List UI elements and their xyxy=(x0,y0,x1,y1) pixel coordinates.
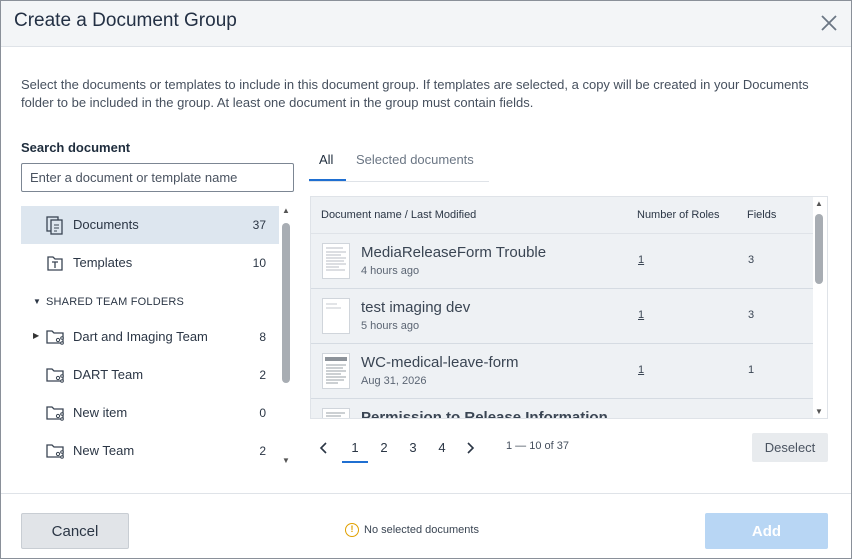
table-row[interactable]: WC-medical-leave-form Aug 31, 2026 1 1 xyxy=(311,344,813,399)
tree-item-label: Templates xyxy=(73,255,133,270)
tree-item-count: 8 xyxy=(259,330,266,344)
fields-count: 3 xyxy=(748,254,755,266)
add-button[interactable]: Add xyxy=(705,513,828,549)
document-tabs: All Selected documents xyxy=(309,141,489,182)
scroll-thumb[interactable] xyxy=(282,223,290,383)
document-thumbnail xyxy=(322,298,350,334)
footer-divider xyxy=(1,493,851,494)
scroll-up-icon[interactable]: ▲ xyxy=(814,200,824,208)
roles-link[interactable]: 1 xyxy=(638,254,644,266)
cancel-button[interactable]: Cancel xyxy=(21,513,129,549)
table-row[interactable]: test imaging dev 5 hours ago 1 3 xyxy=(311,289,813,344)
tree-item-new-item[interactable]: New item 0 xyxy=(21,394,279,432)
documents-table: Document name / Last Modified Number of … xyxy=(310,196,828,419)
table-row[interactable]: Permission to Release Information xyxy=(311,399,813,419)
document-name: MediaReleaseForm Trouble xyxy=(361,244,547,261)
tree-item-label: Documents xyxy=(73,217,139,232)
fields-count: 3 xyxy=(748,309,755,321)
section-label: SHARED TEAM FOLDERS xyxy=(46,296,185,308)
pagination: 1 2 3 4 xyxy=(316,435,616,463)
create-document-group-dialog: Create a Document Group Select the docum… xyxy=(0,0,852,559)
documents-icon xyxy=(46,216,63,235)
tree-item-dart-and-imaging-team[interactable]: ▶ Dart and Imaging Team 8 xyxy=(21,318,279,356)
column-header-fields: Fields xyxy=(747,209,777,221)
dialog-description: Select the documents or templates to inc… xyxy=(21,77,809,110)
shared-folder-icon xyxy=(46,330,64,345)
page-3[interactable]: 3 xyxy=(400,440,426,455)
pagination-range: 1 — 10 of 37 xyxy=(506,440,569,452)
close-icon[interactable] xyxy=(819,13,839,33)
active-tab-indicator xyxy=(309,179,346,181)
table-header: Document name / Last Modified Number of … xyxy=(311,197,813,234)
tree-item-count: 2 xyxy=(259,444,266,458)
tree-item-label: Dart and Imaging Team xyxy=(73,329,208,344)
table-row[interactable]: MediaReleaseForm Trouble 4 hours ago 1 3 xyxy=(311,234,813,289)
page-4[interactable]: 4 xyxy=(429,440,455,455)
tab-selected-documents[interactable]: Selected documents xyxy=(356,152,474,167)
shared-folder-icon xyxy=(46,444,64,459)
fields-count: 1 xyxy=(748,364,755,376)
search-input[interactable] xyxy=(21,163,294,192)
scroll-down-icon[interactable]: ▼ xyxy=(814,408,824,416)
chevron-left-icon[interactable] xyxy=(318,441,330,455)
document-name: WC-medical-leave-form xyxy=(361,354,519,371)
search-label: Search document xyxy=(21,140,131,155)
document-thumbnail xyxy=(322,353,350,389)
shared-folder-icon xyxy=(46,368,64,383)
tree-item-count: 2 xyxy=(259,368,266,382)
document-thumbnail xyxy=(322,408,350,418)
chevron-right-icon[interactable]: ▶ xyxy=(33,331,39,340)
dialog-header: Create a Document Group xyxy=(1,1,851,47)
tree-item-count: 0 xyxy=(259,406,266,420)
tree-item-count: 37 xyxy=(252,218,266,232)
tree-item-templates[interactable]: Templates 10 xyxy=(21,244,279,282)
column-header-roles: Number of Roles xyxy=(637,209,720,221)
tree-item-count: 10 xyxy=(252,256,266,270)
shared-folder-icon xyxy=(46,406,64,421)
tree-item-dart-team[interactable]: DART Team 2 xyxy=(21,356,279,394)
scroll-up-icon[interactable]: ▲ xyxy=(281,207,291,215)
document-name: Permission to Release Information xyxy=(361,409,608,419)
document-modified: 4 hours ago xyxy=(361,265,420,277)
tree-item-label: DART Team xyxy=(73,367,144,382)
folder-tree: Documents 37 Templates 10 ▼ SHARED TEAM … xyxy=(21,206,279,465)
tab-all[interactable]: All xyxy=(319,152,333,167)
chevron-down-icon: ▼ xyxy=(33,297,42,306)
scroll-thumb[interactable] xyxy=(815,214,823,284)
dialog-title: Create a Document Group xyxy=(14,10,237,31)
deselect-button[interactable]: Deselect xyxy=(752,433,828,462)
roles-link[interactable]: 1 xyxy=(638,364,644,376)
document-modified: 5 hours ago xyxy=(361,320,420,332)
warning-icon: ! xyxy=(345,523,359,537)
scroll-down-icon[interactable]: ▼ xyxy=(281,457,291,465)
document-modified: Aug 31, 2026 xyxy=(361,375,427,387)
roles-link[interactable]: 1 xyxy=(638,309,644,321)
document-thumbnail xyxy=(322,243,350,279)
status-text: No selected documents xyxy=(364,524,479,536)
template-icon xyxy=(47,256,63,271)
tree-item-documents[interactable]: Documents 37 xyxy=(21,206,279,244)
chevron-right-icon[interactable] xyxy=(464,441,476,455)
document-name: test imaging dev xyxy=(361,299,471,316)
tree-item-label: New item xyxy=(73,405,128,420)
tree-item-new-team[interactable]: New Team 2 xyxy=(21,432,279,465)
tree-scrollbar[interactable]: ▲ ▼ xyxy=(281,207,291,465)
page-1[interactable]: 1 xyxy=(342,440,368,463)
page-2[interactable]: 2 xyxy=(371,440,397,455)
table-scrollbar[interactable]: ▲ ▼ xyxy=(814,200,824,416)
column-header-name[interactable]: Document name / Last Modified xyxy=(321,209,476,221)
tree-item-label: New Team xyxy=(73,443,135,458)
shared-team-folders-section[interactable]: ▼ SHARED TEAM FOLDERS xyxy=(21,294,279,312)
